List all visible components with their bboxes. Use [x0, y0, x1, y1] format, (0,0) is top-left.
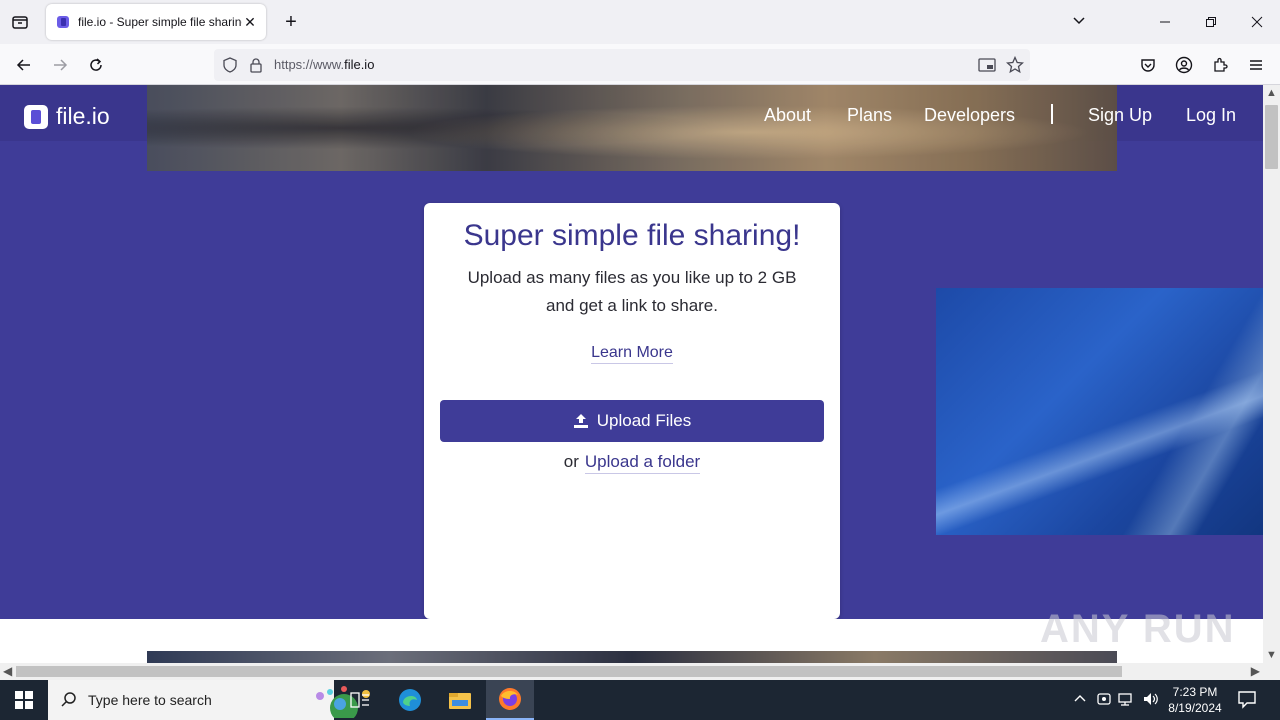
scroll-right-icon[interactable]: ▶	[1251, 664, 1260, 678]
nav-divider	[1051, 104, 1053, 124]
meet-now-icon[interactable]	[1095, 691, 1113, 709]
learn-more-link[interactable]: Learn More	[591, 344, 673, 364]
picture-in-picture-icon[interactable]	[978, 57, 996, 73]
vertical-scrollbar[interactable]: ▲ ▼	[1263, 85, 1280, 663]
bottom-banner-image	[147, 651, 1117, 663]
menu-hamburger-icon[interactable]	[1244, 53, 1268, 77]
scroll-down-icon[interactable]: ▼	[1266, 649, 1277, 661]
search-placeholder: Type here to search	[88, 692, 212, 708]
browser-tab-bar: file.io - Super simple file sharing ✕ +	[0, 0, 1280, 44]
nav-plans[interactable]: Plans	[847, 105, 892, 126]
file-explorer-icon[interactable]	[436, 680, 484, 720]
back-icon[interactable]	[12, 53, 36, 77]
browser-tab-active[interactable]: file.io - Super simple file sharing ✕	[46, 4, 266, 40]
lock-icon[interactable]	[249, 57, 263, 73]
clock-date: 8/19/2024	[1168, 701, 1222, 715]
forward-icon[interactable]	[48, 53, 72, 77]
card-subtitle: Upload as many files as you like up to 2…	[467, 268, 797, 315]
nav-sign-up[interactable]: Sign Up	[1088, 105, 1152, 126]
pocket-icon[interactable]	[1136, 53, 1160, 77]
search-icon	[61, 692, 76, 707]
edge-browser-icon[interactable]	[386, 680, 434, 720]
taskbar-search-box[interactable]: Type here to search	[48, 680, 370, 720]
nav-developers[interactable]: Developers	[924, 105, 1015, 126]
horizontal-scroll-thumb[interactable]	[16, 666, 1122, 677]
nav-about[interactable]: About	[764, 105, 811, 126]
tab-list-icon[interactable]	[8, 10, 32, 34]
notification-center-icon[interactable]	[1236, 688, 1260, 712]
bookmark-star-icon[interactable]	[1006, 56, 1024, 74]
upload-icon	[573, 414, 588, 428]
minimize-icon[interactable]	[1142, 0, 1188, 44]
scroll-up-icon[interactable]: ▲	[1266, 87, 1277, 99]
close-window-icon[interactable]	[1234, 0, 1280, 44]
windows-taskbar: Type here to search 7:23 PM 8/19/2024	[0, 680, 1280, 720]
task-view-icon[interactable]	[336, 680, 384, 720]
tray-chevron-up-icon[interactable]	[1071, 691, 1089, 709]
extensions-icon[interactable]	[1208, 53, 1232, 77]
card-title: Super simple file sharing!	[463, 219, 801, 252]
browser-nav-bar: https://www.file.io	[0, 44, 1280, 85]
firefox-taskbar-icon[interactable]	[486, 680, 534, 720]
new-tab-icon[interactable]: +	[280, 10, 302, 34]
windows-logo-icon	[15, 691, 33, 709]
upload-files-button[interactable]: Upload Files	[440, 400, 824, 442]
horizontal-scrollbar[interactable]: ◀ ▶	[0, 663, 1263, 680]
restore-icon[interactable]	[1188, 0, 1234, 44]
or-upload-folder-line: or Upload a folder	[424, 452, 840, 474]
scrollbar-corner	[1263, 663, 1280, 680]
tab-title: file.io - Super simple file sharing	[78, 15, 242, 29]
reload-icon[interactable]	[84, 53, 108, 77]
tracking-shield-icon[interactable]	[222, 57, 238, 73]
taskbar-clock[interactable]: 7:23 PM 8/19/2024	[1160, 684, 1230, 716]
tab-close-icon[interactable]: ✕	[242, 14, 258, 30]
upload-card: Super simple file sharing! Upload as man…	[424, 203, 840, 619]
site-logo[interactable]: file.io	[24, 103, 110, 130]
tabs-dropdown-chevron-icon[interactable]	[1070, 12, 1092, 32]
network-icon[interactable]	[1118, 691, 1136, 709]
url-text: https://www.file.io	[274, 57, 375, 72]
volume-icon[interactable]	[1142, 691, 1160, 709]
upload-folder-link[interactable]: Upload a folder	[584, 452, 701, 474]
address-bar[interactable]: https://www.file.io	[214, 49, 1030, 81]
account-icon[interactable]	[1172, 53, 1196, 77]
fileio-logo-icon	[24, 104, 48, 129]
start-button[interactable]	[0, 680, 48, 720]
fileio-favicon-icon	[57, 16, 69, 28]
scroll-left-icon[interactable]: ◀	[3, 664, 12, 678]
web-page: file.io About Plans Developers Sign Up L…	[0, 85, 1263, 663]
vertical-scroll-thumb[interactable]	[1265, 105, 1278, 169]
nav-log-in[interactable]: Log In	[1186, 105, 1236, 126]
clock-time: 7:23 PM	[1172, 685, 1218, 699]
side-video-image	[936, 288, 1263, 535]
header-banner-image	[147, 85, 1117, 171]
anyrun-watermark: ANY RUN	[1040, 607, 1236, 651]
